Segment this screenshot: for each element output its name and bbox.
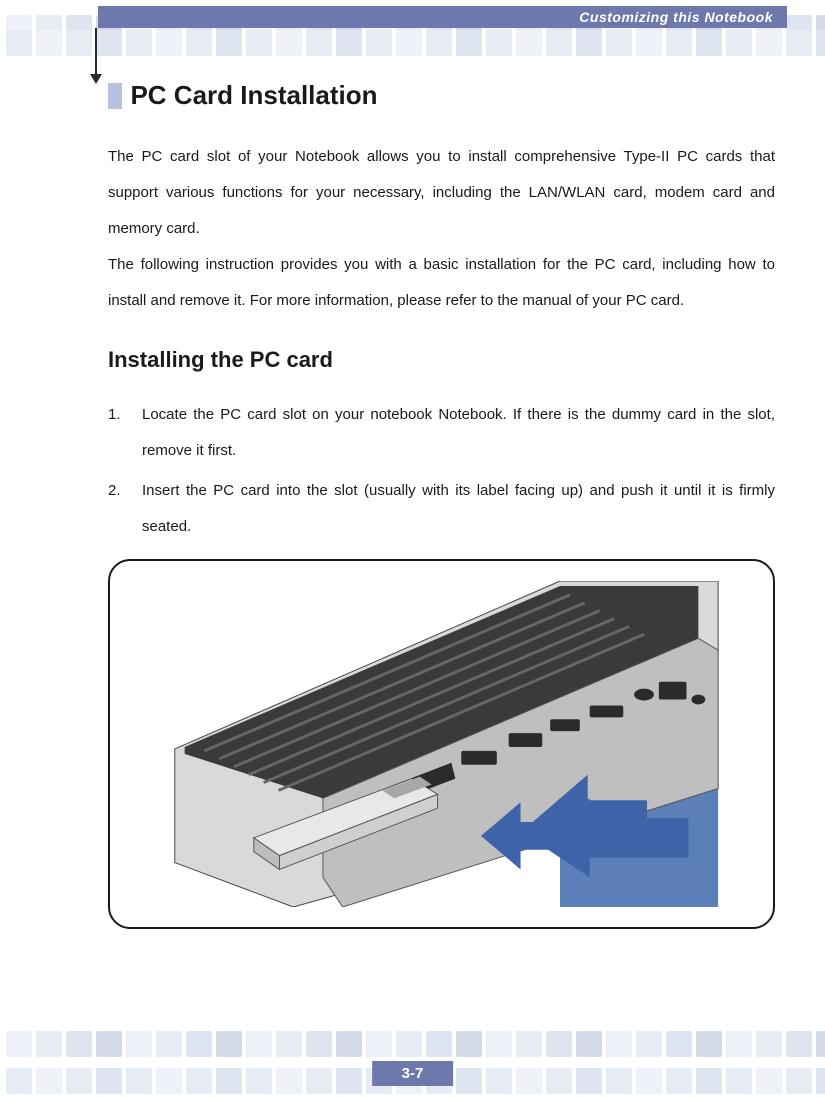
steps-list: Locate the PC card slot on your notebook… xyxy=(108,397,775,545)
chapter-header: Customizing this Notebook xyxy=(98,6,787,28)
intro-paragraph-2: The following instruction provides you w… xyxy=(108,247,775,319)
page-number-badge: 3-7 xyxy=(372,1061,454,1086)
notebook-pc-card-illustration xyxy=(146,581,737,907)
breadcrumb: Customizing this Notebook xyxy=(579,9,773,25)
subsection-heading: Installing the PC card xyxy=(108,347,775,373)
section-marker-arrow-icon xyxy=(95,28,97,82)
section-bullet-icon xyxy=(108,83,122,109)
page-number: 3-7 xyxy=(402,1065,424,1082)
intro-paragraph-1: The PC card slot of your Notebook allows… xyxy=(108,139,775,247)
step-item: Insert the PC card into the slot (usuall… xyxy=(108,473,775,545)
instruction-figure xyxy=(108,559,775,929)
page-content: PC Card Installation The PC card slot of… xyxy=(108,80,775,929)
decorative-top-row-2 xyxy=(0,30,825,60)
step-item: Locate the PC card slot on your notebook… xyxy=(108,397,775,469)
section-title: PC Card Installation xyxy=(130,80,377,111)
section-title-row: PC Card Installation xyxy=(108,80,775,111)
